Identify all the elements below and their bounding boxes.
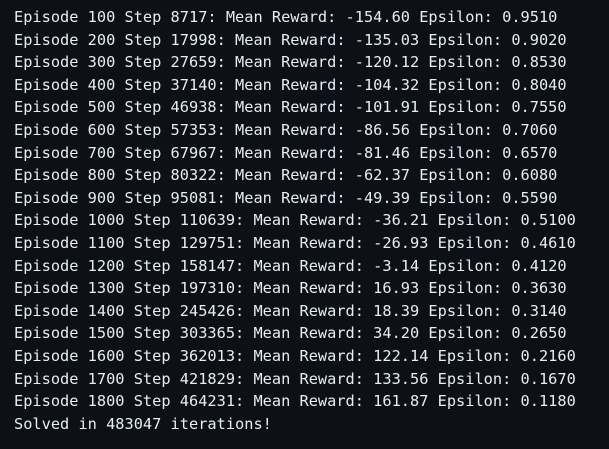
log-line: Episode 1100 Step 129751: Mean Reward: -… [14,233,576,252]
log-line: Episode 1500 Step 303365: Mean Reward: 3… [14,324,567,343]
log-line: Episode 1700 Step 421829: Mean Reward: 1… [14,369,576,388]
log-line: Episode 800 Step 80322: Mean Reward: -62… [14,166,558,185]
console-output: Episode 100 Step 8717: Mean Reward: -154… [0,0,609,449]
log-line: Episode 300 Step 27659: Mean Reward: -12… [14,53,567,72]
log-line: Episode 1600 Step 362013: Mean Reward: 1… [14,346,576,365]
log-line: Episode 1300 Step 197310: Mean Reward: 1… [14,279,567,298]
log-line: Episode 1800 Step 464231: Mean Reward: 1… [14,392,576,411]
log-line: Episode 200 Step 17998: Mean Reward: -13… [14,30,567,49]
log-line: Episode 500 Step 46938: Mean Reward: -10… [14,98,567,117]
log-line: Episode 100 Step 8717: Mean Reward: -154… [14,8,558,26]
log-line: Episode 1400 Step 245426: Mean Reward: 1… [14,301,567,320]
log-line: Episode 600 Step 57353: Mean Reward: -86… [14,120,558,139]
log-line: Episode 700 Step 67967: Mean Reward: -81… [14,143,558,162]
solved-message: Solved in 483047 iterations! [14,414,272,433]
log-line: Episode 1200 Step 158147: Mean Reward: -… [14,256,567,275]
log-line: Episode 1000 Step 110639: Mean Reward: -… [14,211,576,230]
log-line: Episode 400 Step 37140: Mean Reward: -10… [14,75,567,94]
log-line: Episode 900 Step 95081: Mean Reward: -49… [14,188,558,207]
